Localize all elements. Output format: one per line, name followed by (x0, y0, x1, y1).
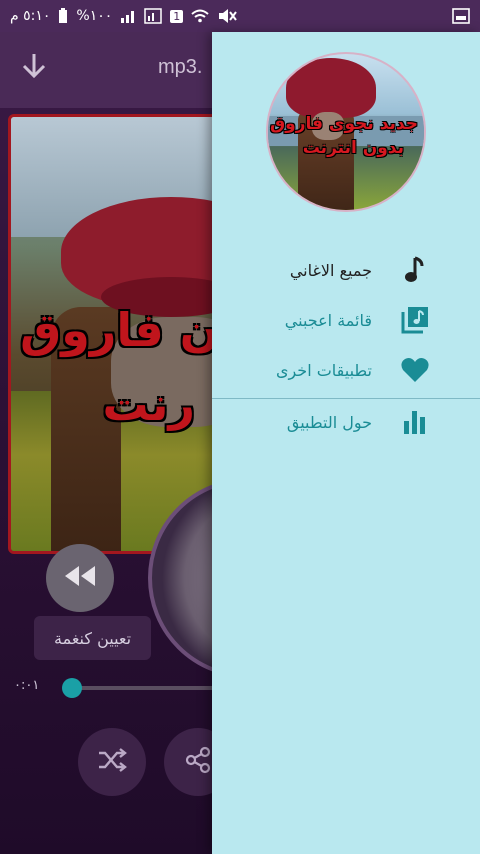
track-title: mp3. (158, 56, 203, 78)
battery-percent: %١٠٠ (76, 8, 113, 24)
status-time: ٥:١٠ م (10, 8, 51, 24)
seek-bar[interactable] (70, 686, 220, 690)
menu-item-favorites[interactable]: قائمة اعجبني (212, 294, 480, 346)
signal-box-icon (144, 8, 163, 24)
artwork-caption-line2: رنت (102, 377, 195, 431)
set-ringtone-button[interactable]: تعيين كنغمة (34, 616, 152, 660)
bar-chart-icon (398, 405, 432, 439)
status-bar-left: ٥:١٠ م %١٠٠ 1 (10, 8, 238, 24)
music-note-icon (398, 253, 432, 287)
status-bar-right (452, 8, 470, 24)
avatar-caption-line1: جديد نجوى فاروق (269, 114, 418, 134)
sim-badge: 1 (170, 9, 184, 23)
shuffle-button[interactable] (78, 728, 146, 796)
menu-item-about[interactable]: حول التطبيق (212, 396, 480, 448)
rewind-button[interactable] (46, 544, 114, 612)
gallery-notification-icon (452, 8, 470, 24)
menu-item-label: تطبيقات اخرى (275, 360, 372, 380)
avatar-hat (286, 58, 376, 118)
playlist-icon (398, 303, 432, 337)
menu-item-label: جميع الاغاني (289, 260, 372, 280)
menu-item-all-songs[interactable]: جميع الاغاني (212, 244, 480, 296)
shuffle-icon (97, 747, 127, 777)
menu-item-label: قائمة اعجبني (284, 310, 372, 330)
wifi-icon (191, 9, 209, 23)
artwork-caption-line1: ن فاروق (20, 303, 219, 357)
rewind-icon (63, 564, 97, 592)
share-icon (183, 745, 213, 779)
mute-icon (217, 8, 238, 24)
album-artwork: ن فاروق رنت (8, 114, 228, 554)
drawer-header-avatar: جديد نجوى فاروق بدون انترنت (266, 52, 426, 212)
status-bar: ٥:١٠ م %١٠٠ 1 (0, 0, 480, 32)
battery-icon (58, 8, 68, 24)
menu-item-other-apps[interactable]: تطبيقات اخرى (212, 344, 480, 396)
navigation-drawer: جديد نجوى فاروق بدون انترنت جميع الاغاني… (212, 32, 480, 854)
avatar-caption-line2: بدون انترنت (302, 138, 404, 158)
signal-icon (120, 9, 136, 23)
collapse-down-arrow-icon[interactable] (18, 50, 50, 86)
menu-item-label: حول التطبيق (286, 412, 372, 432)
heart-icon (398, 353, 432, 387)
seek-thumb[interactable] (62, 678, 82, 698)
elapsed-time: ٠:٠١ (14, 678, 40, 693)
